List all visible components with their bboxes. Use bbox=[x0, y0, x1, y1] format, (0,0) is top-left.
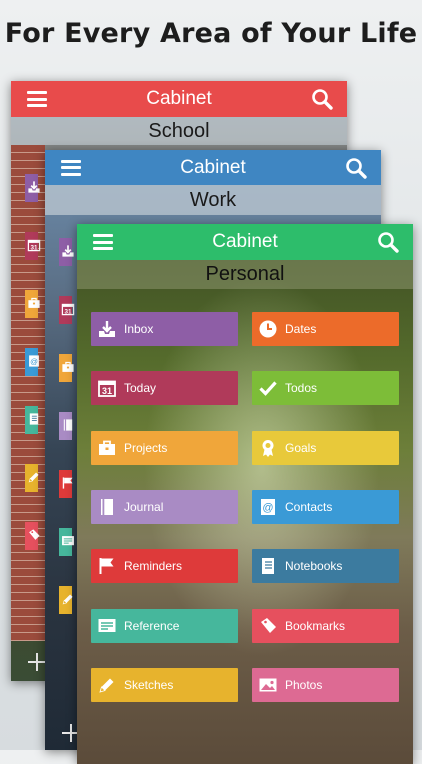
inbox-icon bbox=[28, 181, 40, 193]
category-button-sketches[interactable]: Sketches bbox=[91, 667, 238, 702]
category-button-reminders[interactable]: Reminders bbox=[91, 549, 238, 584]
category-label: Journal bbox=[124, 499, 164, 514]
school-side-tile[interactable] bbox=[25, 406, 39, 434]
pencil-icon bbox=[28, 472, 39, 483]
work-side-tile[interactable] bbox=[59, 238, 74, 266]
briefcase-icon bbox=[99, 440, 115, 455]
work-side-tile[interactable] bbox=[59, 586, 73, 614]
calendar-31-icon: 31 bbox=[61, 303, 75, 315]
category-button-journal[interactable]: Journal bbox=[91, 489, 238, 524]
at-sign-icon: @ bbox=[29, 355, 39, 367]
work-app-title: Cabinet bbox=[180, 156, 246, 178]
menu-icon[interactable] bbox=[27, 91, 47, 107]
personal-app-bar: Cabinet bbox=[77, 224, 413, 260]
pencil-icon bbox=[99, 678, 114, 693]
award-ribbon-icon bbox=[262, 439, 274, 457]
svg-text:@: @ bbox=[262, 502, 273, 514]
menu-icon[interactable] bbox=[61, 159, 81, 176]
category-label: Notebooks bbox=[285, 559, 343, 574]
svg-text:31: 31 bbox=[102, 386, 112, 396]
headline: For Every Area of Your Life bbox=[4, 18, 418, 49]
bookmark-icon bbox=[29, 529, 40, 540]
category-button-photos[interactable]: Photos bbox=[252, 667, 399, 702]
work-side-tile[interactable] bbox=[59, 412, 73, 440]
journal-book-icon bbox=[63, 419, 73, 431]
category-button-bookmarks[interactable]: Bookmarks bbox=[252, 608, 399, 643]
school-app-bar: Cabinet bbox=[11, 81, 347, 117]
category-label: Todos bbox=[285, 381, 318, 396]
category-label: Reference bbox=[124, 618, 180, 633]
category-button-reference[interactable]: Reference bbox=[91, 608, 238, 643]
checkmark-icon bbox=[259, 381, 277, 397]
category-button-projects[interactable]: Projects bbox=[91, 430, 238, 465]
category-label: Contacts bbox=[285, 499, 333, 514]
flag-icon bbox=[99, 558, 114, 575]
category-label: Projects bbox=[124, 440, 168, 455]
calendar-31-icon: 31 bbox=[27, 239, 41, 251]
school-side-tile[interactable] bbox=[25, 464, 39, 492]
category-button-contacts[interactable]: @ Contacts bbox=[252, 489, 399, 524]
category-label: Dates bbox=[285, 322, 317, 336]
category-button-today[interactable]: 31 Today bbox=[91, 371, 238, 406]
flag-icon bbox=[62, 477, 73, 489]
building-photo bbox=[11, 145, 45, 641]
school-side-tile[interactable]: @ bbox=[25, 348, 39, 376]
work-side-tile[interactable]: 31 bbox=[59, 296, 75, 324]
work-side-tile[interactable] bbox=[59, 354, 74, 382]
category-label: Photos bbox=[285, 677, 323, 692]
search-icon[interactable] bbox=[345, 157, 367, 179]
school-side-tile[interactable] bbox=[25, 522, 40, 550]
bookmark-icon bbox=[261, 617, 276, 633]
svg-text:@: @ bbox=[30, 357, 38, 366]
category-label: Today bbox=[124, 381, 157, 396]
at-sign-icon: @ bbox=[261, 498, 275, 515]
add-icon[interactable] bbox=[28, 653, 46, 671]
category-label: Goals bbox=[285, 440, 317, 455]
school-side-tile[interactable] bbox=[25, 174, 40, 202]
category-label: Sketches bbox=[124, 677, 174, 692]
photo-icon bbox=[259, 678, 277, 692]
category-label: Reminders bbox=[124, 559, 183, 574]
work-subtitle: Work bbox=[45, 185, 381, 215]
school-side-tile[interactable]: 31 bbox=[25, 232, 41, 260]
briefcase-icon bbox=[28, 297, 40, 308]
school-subtitle: School bbox=[11, 117, 347, 145]
journal-book-icon bbox=[101, 498, 113, 515]
category-button-todos[interactable]: Todos bbox=[252, 371, 399, 406]
briefcase-icon bbox=[62, 361, 74, 372]
category-button-dates[interactable]: Dates bbox=[252, 312, 399, 346]
work-side-tile[interactable] bbox=[59, 528, 74, 556]
category-button-notebooks[interactable]: Notebooks bbox=[252, 549, 399, 584]
category-label: Inbox bbox=[124, 322, 154, 336]
category-button-goals[interactable]: Goals bbox=[252, 430, 399, 465]
category-button-inbox[interactable]: Inbox bbox=[91, 312, 238, 346]
inbox-icon bbox=[99, 321, 115, 337]
reference-icon bbox=[98, 618, 116, 632]
school-side-tile[interactable] bbox=[25, 290, 40, 318]
work-side-tile[interactable] bbox=[59, 470, 73, 498]
school-app-title: Cabinet bbox=[146, 88, 212, 109]
search-icon[interactable] bbox=[377, 231, 399, 253]
reference-icon bbox=[62, 536, 74, 546]
personal-app-title: Cabinet bbox=[212, 231, 278, 252]
svg-text:31: 31 bbox=[64, 308, 72, 315]
calendar-31-icon: 31 bbox=[98, 380, 116, 398]
svg-text:31: 31 bbox=[30, 244, 38, 251]
category-label: Bookmarks bbox=[285, 618, 346, 633]
search-icon[interactable] bbox=[311, 88, 333, 110]
inbox-icon bbox=[62, 245, 74, 257]
personal-subtitle: Personal bbox=[77, 260, 413, 289]
menu-icon[interactable] bbox=[93, 234, 113, 250]
clock-icon bbox=[259, 320, 277, 338]
work-app-bar: Cabinet bbox=[45, 150, 381, 185]
notebook-icon bbox=[262, 558, 274, 575]
notebook-icon bbox=[29, 413, 39, 425]
personal-card[interactable]: Cabinet Personal Inbox Dates 31 Today Todos P… bbox=[77, 224, 413, 764]
pencil-icon bbox=[62, 594, 73, 605]
